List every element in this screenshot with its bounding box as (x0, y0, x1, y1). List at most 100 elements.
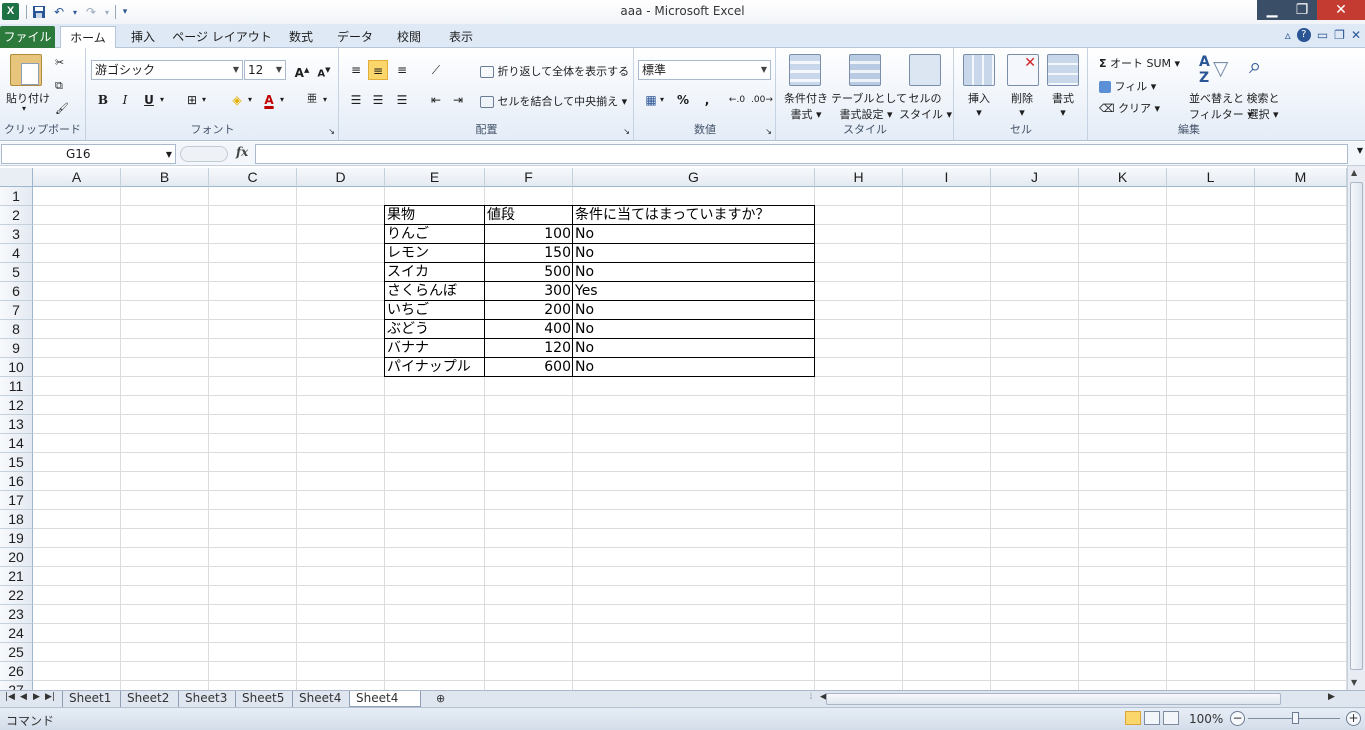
number-dialog-launcher-icon[interactable]: ↘ (765, 127, 772, 136)
alignment-dialog-launcher-icon[interactable]: ↘ (623, 127, 630, 136)
row-header[interactable]: 10 (0, 358, 33, 377)
worksheet-grid[interactable]: ABCDEFGHIJKLM 1 2 3 4 5 6 7 8 9 10 11 12 13 14 15 16 17 1… (0, 168, 1347, 690)
cell-styles-button[interactable]: セルの スタイル ▾ (899, 90, 952, 122)
conditional-formatting-button[interactable]: 条件付き 書式 ▾ (781, 90, 831, 122)
tab-insert[interactable]: 挿入 (122, 26, 164, 48)
clear-button[interactable]: ⌫ クリア ▾ (1099, 100, 1160, 116)
font-color-icon[interactable]: A (259, 90, 279, 110)
paste-icon[interactable] (10, 54, 42, 86)
column-header[interactable]: K (1079, 168, 1167, 187)
insert-function-button[interactable]: fx (236, 145, 248, 159)
row-header[interactable]: 5 (0, 263, 33, 282)
horizontal-scrollbar[interactable]: ⦙ ◀ ▶ (810, 692, 1335, 706)
number-format-select[interactable]: 標準 ▼ (638, 60, 771, 80)
phonetic-dropdown-icon[interactable]: ▾ (320, 90, 330, 110)
insert-sheet-icon[interactable]: ⊕ (436, 692, 445, 705)
column-header[interactable]: L (1167, 168, 1255, 187)
row-header[interactable]: 2 (0, 206, 33, 225)
tab-file[interactable]: ファイル (0, 26, 55, 48)
minimize-button[interactable]: ▁ (1257, 0, 1287, 20)
scroll-down-icon[interactable]: ▼ (1351, 678, 1357, 687)
help-icon[interactable]: ? (1296, 28, 1311, 42)
row-header[interactable]: 20 (0, 548, 33, 567)
format-as-table-button[interactable]: テーブルとして 書式設定 ▾ (831, 90, 907, 122)
row-header[interactable]: 6 (0, 282, 33, 301)
row-header[interactable]: 14 (0, 434, 33, 453)
format-cells-button[interactable]: 書式 ▾ (1049, 90, 1077, 119)
workbook-minimize-icon[interactable]: ▭ (1317, 28, 1328, 42)
formula-input[interactable] (255, 144, 1348, 164)
last-sheet-icon[interactable]: ▶| (45, 692, 55, 702)
column-header[interactable]: I (903, 168, 991, 187)
column-header[interactable]: G (573, 168, 815, 187)
font-color-dropdown-icon[interactable]: ▾ (277, 90, 287, 110)
format-as-table-icon[interactable] (849, 54, 881, 86)
close-button[interactable]: ✕ (1317, 0, 1365, 20)
insert-cells-icon[interactable] (963, 54, 995, 86)
row-header[interactable]: 3 (0, 225, 33, 244)
scroll-right-icon[interactable]: ▶ (1328, 692, 1335, 702)
accounting-dropdown-icon[interactable]: ▾ (657, 90, 667, 110)
paste-button[interactable]: 貼り付け (6, 90, 50, 106)
underline-dropdown-icon[interactable]: ▾ (157, 90, 167, 110)
font-dialog-launcher-icon[interactable]: ↘ (328, 127, 335, 136)
row-header[interactable]: 15 (0, 453, 33, 472)
increase-decimal-icon[interactable]: ←.0 (727, 90, 747, 110)
expand-formula-bar-icon[interactable]: ▼ (1357, 146, 1363, 155)
tab-data[interactable]: データ (332, 26, 378, 48)
vertical-scrollbar[interactable]: ▲ ▼ (1347, 166, 1365, 691)
align-middle-icon[interactable]: ≡ (368, 60, 388, 80)
column-header[interactable]: B (121, 168, 209, 187)
column-header[interactable]: E (385, 168, 485, 187)
vertical-scroll-thumb[interactable] (1350, 182, 1363, 670)
sheet-tab[interactable]: Sheet1 (62, 691, 118, 707)
horizontal-scroll-thumb[interactable] (826, 693, 1281, 705)
merge-center-button[interactable]: セルを結合して中央揃え ▾ (480, 93, 627, 109)
row-header[interactable]: 23 (0, 605, 33, 624)
bold-button[interactable]: B (93, 90, 113, 110)
borders-dropdown-icon[interactable]: ▾ (199, 90, 209, 110)
font-name-select[interactable]: 游ゴシック ▼ (91, 60, 243, 80)
cell-styles-icon[interactable] (909, 54, 941, 86)
sort-filter-button[interactable]: 並べ替えと フィルター ▾ (1189, 90, 1253, 122)
row-header[interactable]: 24 (0, 624, 33, 643)
minimize-ribbon-icon[interactable]: ▵ (1285, 28, 1291, 42)
zoom-level[interactable]: 100% (1189, 712, 1223, 726)
name-box[interactable]: G16 ▼ (1, 144, 176, 164)
format-painter-icon[interactable]: 🖌 (55, 102, 69, 115)
grow-font-icon[interactable]: A▲ (292, 60, 312, 80)
copy-icon[interactable]: ⧉ (55, 79, 63, 93)
orientation-icon[interactable]: ⟋ (426, 60, 446, 80)
align-right-icon[interactable]: ☰ (392, 90, 412, 110)
sheet-tab[interactable]: Sheet4 (292, 691, 347, 707)
wrap-text-button[interactable]: 折り返して全体を表示する (480, 63, 629, 79)
workbook-close-icon[interactable]: ✕ (1351, 28, 1361, 42)
row-header[interactable]: 26 (0, 662, 33, 681)
decrease-decimal-icon[interactable]: .00→ (751, 90, 773, 110)
font-size-select[interactable]: 12 ▼ (244, 60, 286, 80)
percent-button[interactable]: % (673, 90, 693, 110)
underline-button[interactable]: U (139, 90, 159, 110)
conditional-formatting-icon[interactable] (789, 54, 821, 86)
tab-home[interactable]: ホーム (60, 26, 116, 49)
zoom-out-button[interactable]: − (1230, 711, 1245, 726)
row-header[interactable]: 11 (0, 377, 33, 396)
find-select-button[interactable]: 検索と 選択 ▾ (1245, 90, 1281, 122)
row-header[interactable]: 25 (0, 643, 33, 662)
next-sheet-icon[interactable]: ▶ (33, 692, 40, 702)
row-header[interactable]: 13 (0, 415, 33, 434)
column-header[interactable]: H (815, 168, 903, 187)
row-header[interactable]: 16 (0, 472, 33, 491)
find-select-icon[interactable]: ⌕ (1249, 54, 1281, 86)
fill-button[interactable]: フィル ▾ (1099, 78, 1156, 94)
workbook-restore-icon[interactable]: ❐ (1334, 28, 1345, 42)
autosum-button[interactable]: Σ オート SUM ▾ (1099, 55, 1180, 71)
column-header[interactable]: C (209, 168, 297, 187)
column-header[interactable]: A (33, 168, 121, 187)
zoom-in-button[interactable]: + (1346, 711, 1361, 726)
phonetic-icon[interactable]: 亜 (302, 90, 322, 110)
comma-button[interactable]: , (697, 90, 717, 110)
tab-view[interactable]: 表示 (440, 26, 482, 48)
fill-color-dropdown-icon[interactable]: ▾ (245, 90, 255, 110)
row-header[interactable]: 8 (0, 320, 33, 339)
